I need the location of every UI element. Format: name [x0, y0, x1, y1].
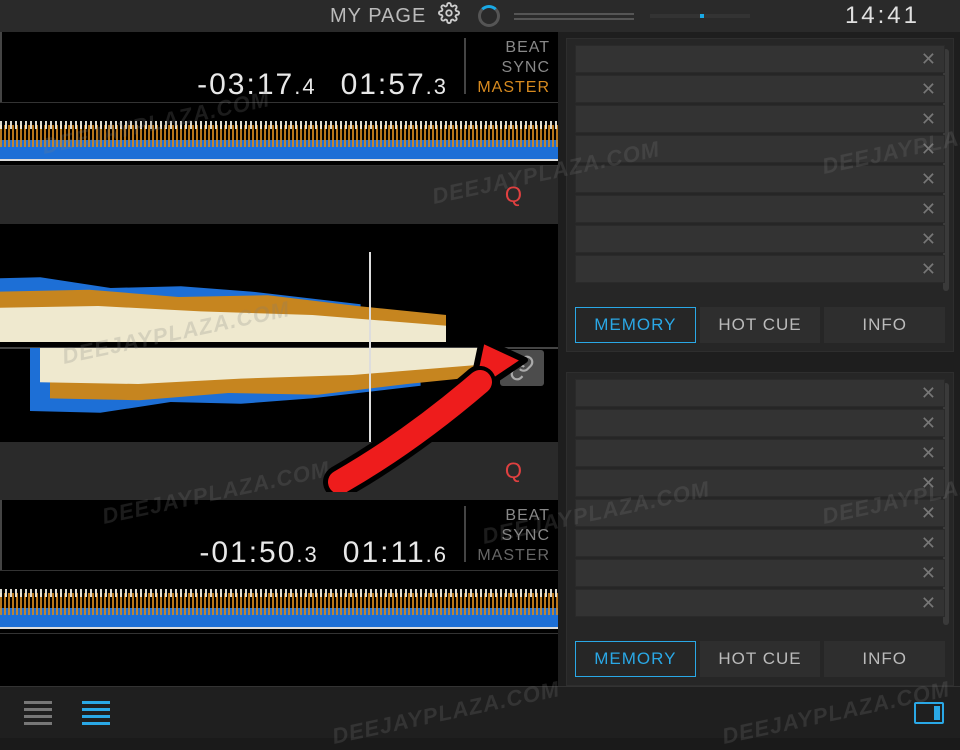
cue-slot[interactable]: ✕	[575, 529, 945, 557]
close-icon[interactable]: ✕	[921, 79, 936, 100]
cue-slot[interactable]: ✕	[575, 469, 945, 497]
cue-slot[interactable]: ✕	[575, 195, 945, 223]
beat-label: BEAT	[477, 38, 550, 58]
deck-2: BEAT SYNC MASTER -01:50.3 01:11.6	[0, 500, 558, 634]
panel-tabs: MEMORY HOT CUE INFO	[567, 635, 953, 685]
close-icon[interactable]: ✕	[921, 443, 936, 464]
deck1-quantize-strip: Q	[0, 166, 558, 224]
divider	[464, 38, 466, 94]
master-label[interactable]: MASTER	[477, 78, 550, 98]
tab-memory[interactable]: MEMORY	[575, 641, 696, 677]
cue-slot[interactable]: ✕	[575, 379, 945, 407]
close-icon[interactable]: ✕	[921, 109, 936, 130]
tab-hotcue[interactable]: HOT CUE	[700, 641, 821, 677]
tab-info[interactable]: INFO	[824, 307, 945, 343]
gear-icon[interactable]	[438, 2, 460, 30]
deck1-remain: -03:17.4	[197, 68, 316, 102]
cue-slot[interactable]: ✕	[575, 439, 945, 467]
view-list-accent-button[interactable]	[74, 699, 118, 727]
beat-label: BEAT	[477, 506, 550, 526]
cue-panels: ✕ ✕ ✕ ✕ ✕ ✕ ✕ ✕ MEMORY HOT CUE INFO ✕ ✕ …	[558, 32, 960, 686]
deck2-time-row: -01:50.3 01:11.6	[0, 500, 558, 570]
close-icon[interactable]: ✕	[921, 199, 936, 220]
bottom-bar	[0, 686, 960, 738]
panel-tabs: MEMORY HOT CUE INFO	[567, 301, 953, 351]
annotation-arrow	[320, 312, 540, 492]
close-icon[interactable]: ✕	[921, 169, 936, 190]
decks-area: BEAT SYNC MASTER -03:17.4 01:57.3 Q	[0, 32, 558, 686]
cue-slot[interactable]: ✕	[575, 499, 945, 527]
deck1-cue-panel: ✕ ✕ ✕ ✕ ✕ ✕ ✕ ✕ MEMORY HOT CUE INFO	[566, 38, 954, 352]
close-icon[interactable]: ✕	[921, 139, 936, 160]
sync-label: SYNC	[477, 58, 550, 78]
deck2-remain: -01:50.3	[199, 536, 318, 570]
quantize-label[interactable]: Q	[505, 182, 522, 208]
cue-slot[interactable]: ✕	[575, 409, 945, 437]
tab-memory[interactable]: MEMORY	[575, 307, 696, 343]
close-icon[interactable]: ✕	[921, 383, 936, 404]
tab-hotcue[interactable]: HOT CUE	[700, 307, 821, 343]
cue-slot[interactable]: ✕	[575, 255, 945, 283]
cue-slot[interactable]: ✕	[575, 165, 945, 193]
progress-bars	[514, 13, 634, 20]
close-icon[interactable]: ✕	[921, 593, 936, 614]
sync-label: SYNC	[477, 526, 550, 546]
close-icon[interactable]: ✕	[921, 563, 936, 584]
cue-list[interactable]: ✕ ✕ ✕ ✕ ✕ ✕ ✕ ✕	[567, 39, 953, 301]
cue-list[interactable]: ✕ ✕ ✕ ✕ ✕ ✕ ✕ ✕	[567, 373, 953, 635]
panel-toggle-button[interactable]	[914, 702, 944, 724]
view-list-dim-button[interactable]	[16, 699, 60, 727]
cue-slot[interactable]: ✕	[575, 589, 945, 617]
cue-slot[interactable]: ✕	[575, 45, 945, 73]
deck1-overview-waveform[interactable]	[0, 102, 558, 166]
close-icon[interactable]: ✕	[921, 229, 936, 250]
cue-slot[interactable]: ✕	[575, 105, 945, 133]
close-icon[interactable]: ✕	[921, 259, 936, 280]
deck2-sync-column: BEAT SYNC MASTER	[477, 506, 550, 566]
close-icon[interactable]: ✕	[921, 413, 936, 434]
close-icon[interactable]: ✕	[921, 533, 936, 554]
close-icon[interactable]: ✕	[921, 49, 936, 70]
master-label[interactable]: MASTER	[477, 546, 550, 566]
cue-slot[interactable]: ✕	[575, 559, 945, 587]
position-indicator	[650, 14, 750, 18]
clock: 14:41	[845, 2, 920, 30]
close-icon[interactable]: ✕	[921, 503, 936, 524]
deck1-sync-column: BEAT SYNC MASTER	[477, 38, 550, 98]
cue-slot[interactable]: ✕	[575, 75, 945, 103]
load-progress	[478, 5, 750, 27]
spinner-icon	[478, 5, 500, 27]
divider	[464, 506, 466, 562]
close-icon[interactable]: ✕	[921, 473, 936, 494]
deck2-overview-waveform[interactable]	[0, 570, 558, 634]
cue-slot[interactable]: ✕	[575, 225, 945, 253]
deck1-time-row: -03:17.4 01:57.3	[0, 32, 558, 102]
deck2-elapsed: 01:11.6	[343, 536, 448, 570]
page-title: MY PAGE	[330, 5, 426, 28]
deck2-cue-panel: ✕ ✕ ✕ ✕ ✕ ✕ ✕ ✕ MEMORY HOT CUE INFO	[566, 372, 954, 686]
deck1-elapsed: 01:57.3	[341, 68, 448, 102]
deck-1: BEAT SYNC MASTER -03:17.4 01:57.3 Q	[0, 32, 558, 252]
tab-info[interactable]: INFO	[824, 641, 945, 677]
cue-slot[interactable]: ✕	[575, 135, 945, 163]
top-bar: MY PAGE 14:41	[0, 0, 960, 32]
